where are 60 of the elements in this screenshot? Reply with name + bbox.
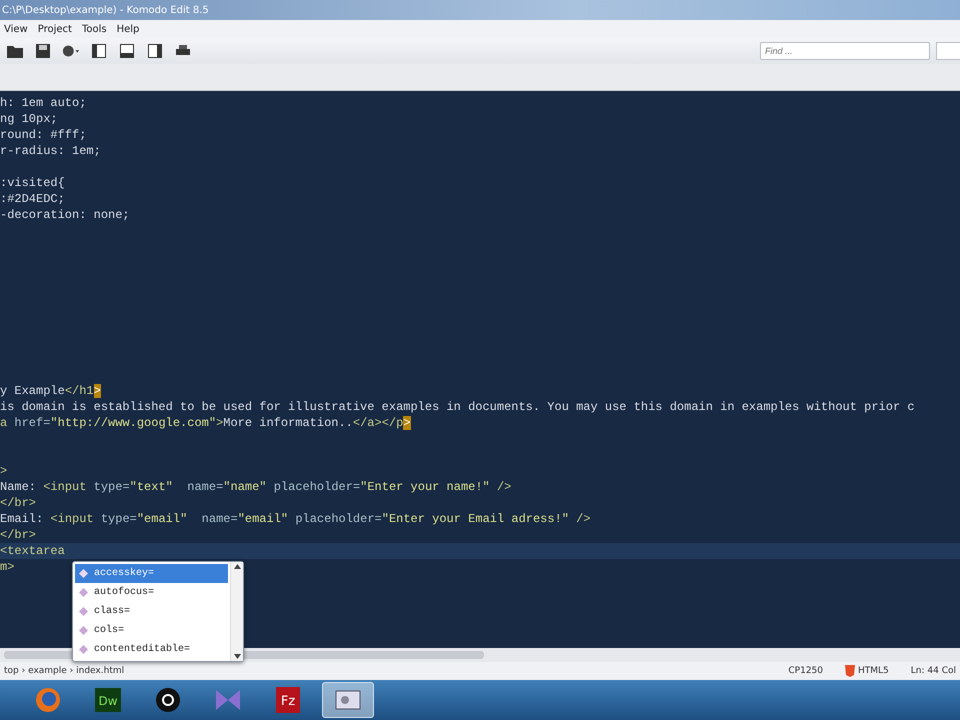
menu-item[interactable]: Project: [38, 24, 72, 34]
fox-globe-icon: [35, 687, 61, 713]
search-scope-field[interactable]: [936, 42, 960, 60]
code-line: h: 1em auto;: [0, 95, 86, 111]
scroll-down-icon[interactable]: [234, 654, 240, 659]
code-line: m>: [0, 559, 14, 575]
menu-item[interactable]: Help: [116, 24, 140, 34]
autocomplete-item[interactable]: class=: [75, 602, 228, 621]
app-letters-icon: Fz: [276, 687, 300, 713]
pane-layout-icon: [92, 44, 106, 58]
cursor-position: Ln: 44 Col: [910, 666, 956, 676]
menu-item[interactable]: View: [4, 24, 28, 34]
autocomplete-item[interactable]: cols=: [75, 621, 228, 640]
attribute-name: cols=: [94, 625, 124, 636]
attribute-icon: [79, 588, 88, 597]
encoding-label[interactable]: CP1250: [788, 666, 823, 676]
attribute-icon: [79, 569, 88, 578]
autocomplete-item[interactable]: accesskey=: [75, 564, 228, 583]
attribute-icon: [79, 626, 88, 635]
code-line: round: #fff;: [0, 127, 86, 143]
globe-icon: [62, 44, 80, 58]
circle-logo-icon: [155, 687, 181, 713]
pane-layout-icon: [148, 44, 162, 58]
bowtie-icon: [214, 688, 242, 712]
attribute-icon: [79, 645, 88, 654]
code-line: </br>: [0, 527, 36, 543]
code-line: Name: <input type="text" name="name" placeholder="Enter your name!" />: [0, 479, 512, 495]
code-line: -decoration: none;: [0, 207, 130, 223]
pane-layout-icon: [120, 44, 134, 58]
file-breadcrumb[interactable]: top › example › index.html: [4, 666, 124, 676]
attribute-name: class=: [94, 606, 130, 617]
taskbar-app-button[interactable]: Fz: [262, 682, 314, 718]
printer-icon: [176, 44, 190, 58]
code-line: Email: <input type="email" name="email" placeholder="Enter your Email adress!" />: [0, 511, 591, 527]
taskbar-app-button[interactable]: Dw: [82, 682, 134, 718]
html5-shield-icon: [845, 665, 855, 677]
code-line: :#2D4EDC;: [0, 191, 65, 207]
code-line: y Example</h1>: [0, 383, 101, 399]
code-line: :visited{: [0, 175, 65, 191]
attribute-name: accesskey=: [94, 568, 154, 579]
find-field[interactable]: Find ...: [760, 42, 930, 60]
app-letters-icon: Dw: [95, 688, 121, 712]
language-label[interactable]: HTML5: [858, 666, 889, 676]
code-line: </br>: [0, 495, 36, 511]
attribute-name: autofocus=: [94, 587, 154, 598]
code-line: a href="http://www.google.com">More information..</a></p>: [0, 415, 411, 431]
autocomplete-item[interactable]: autofocus=: [75, 583, 228, 602]
folder-icon: [7, 44, 23, 58]
attribute-icon: [79, 607, 88, 616]
attribute-name: contenteditable=: [94, 644, 190, 655]
window-title: C:\P\Desktop\example) - Komodo Edit 8.5: [2, 4, 209, 16]
autocomplete-item[interactable]: contenteditable=: [75, 640, 228, 659]
code-line: r-radius: 1em;: [0, 143, 101, 159]
menu-item[interactable]: Tools: [82, 24, 107, 34]
code-line: >: [0, 463, 8, 479]
code-line: ng 10px;: [0, 111, 58, 127]
window-app-icon: [335, 690, 361, 710]
save-icon: [36, 44, 50, 58]
code-line: is domain is established to be used for illustrative examples in documents. You may use this domain in examples without prior c: [0, 399, 915, 415]
scroll-up-icon[interactable]: [234, 564, 240, 569]
